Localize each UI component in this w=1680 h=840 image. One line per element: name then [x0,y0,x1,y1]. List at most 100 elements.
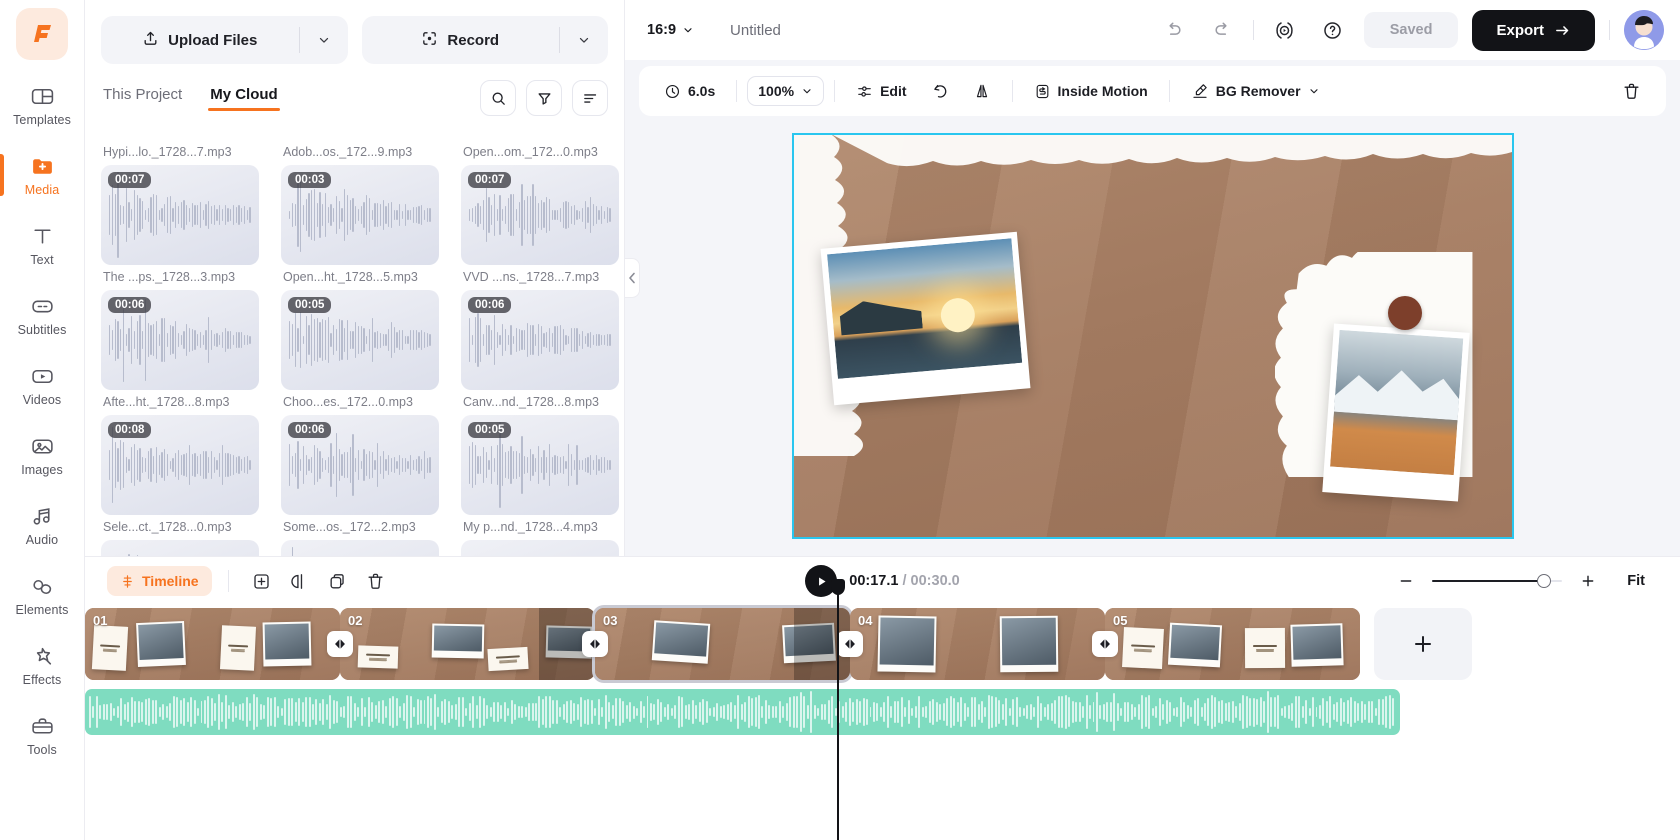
edit-label: Edit [880,83,907,99]
tab-my-cloud[interactable]: My Cloud [208,86,280,111]
tab-this-project[interactable]: This Project [103,86,182,111]
audio-track[interactable] [85,689,1400,735]
upload-files-button[interactable]: Upload Files [101,16,348,64]
sidebar-item-elements[interactable]: Elements [0,560,85,630]
flip-button[interactable] [962,75,1002,107]
media-item[interactable]: VVD ...ns._1728...7.mp3 00:06 [461,265,619,390]
transition-button[interactable] [582,631,608,657]
media-item-thumbnail[interactable] [101,540,259,556]
transition-button[interactable] [1092,631,1118,657]
add-clip-button[interactable] [1374,608,1472,680]
media-item[interactable]: Afte...ht._1728...8.mp3 00:08 [101,390,259,515]
media-item[interactable]: Choo...es._172...0.mp3 00:06 [281,390,439,515]
transition-button[interactable] [837,631,863,657]
media-item-thumbnail[interactable]: 00:08 [101,415,259,515]
media-item[interactable]: Adob...os._172...9.mp3 00:03 [281,140,439,265]
media-item-thumbnail[interactable]: 00:06 [281,415,439,515]
search-button[interactable] [480,80,516,116]
sidebar-item-videos[interactable]: Videos [0,350,85,420]
clip-duration-value: 6.0s [688,83,716,99]
aspect-ratio-selector[interactable]: 16:9 [647,22,694,38]
media-item[interactable]: Sele...ct._1728...0.mp3 [101,515,259,556]
aspect-ratio-value: 16:9 [647,22,677,38]
project-title[interactable]: Untitled [730,22,781,39]
video-canvas[interactable] [791,133,1514,539]
sidebar-item-media[interactable]: Media [0,140,85,210]
delete-clip-button[interactable] [1611,75,1652,108]
sort-button[interactable] [572,80,608,116]
record-button[interactable]: Record [361,16,608,64]
export-button[interactable]: Export [1472,9,1595,51]
sidebar-item-images[interactable]: Images [0,420,85,490]
zoom-controls: Fit [1394,566,1658,596]
sidebar-item-templates[interactable]: Templates [0,70,85,140]
sidebar-item-label: Templates [13,112,71,127]
add-icon[interactable] [245,564,279,598]
duplicate-icon[interactable] [321,564,355,598]
play-button[interactable] [805,565,838,597]
media-item-thumbnail[interactable]: 00:06 [101,290,259,390]
media-item-thumbnail[interactable]: 00:05 [461,415,619,515]
media-item[interactable]: Open...om._172...0.mp3 00:07 [461,140,619,265]
media-item-thumbnail[interactable]: 00:03 [281,165,439,265]
sidebar-item-audio[interactable]: Audio [0,490,85,560]
sidebar-item-text[interactable]: Text [0,210,85,280]
collapse-panel-button[interactable] [625,258,640,298]
split-icon[interactable] [283,564,317,598]
fit-button[interactable]: Fit [1614,566,1658,596]
sidebar-item-subtitles[interactable]: Subtitles [0,280,85,350]
media-item-thumbnail[interactable] [281,540,439,556]
zoom-in-button[interactable] [1576,569,1600,593]
timeline-clip[interactable]: 02 [340,608,595,680]
media-item-thumbnail[interactable]: 00:07 [101,165,259,265]
rotate-button[interactable] [920,75,960,107]
media-item[interactable]: Some...os._172...2.mp3 [281,515,439,556]
preview-icon[interactable] [1268,13,1302,47]
upload-files-main[interactable]: Upload Files [101,16,299,64]
preview-area: 16:9 Untitled Saved Export 6.0s 100% Edi… [625,0,1680,556]
media-item-thumbnail[interactable]: 00:06 [461,290,619,390]
media-item-thumbnail[interactable]: 00:07 [461,165,619,265]
avatar[interactable] [1624,10,1664,50]
canvas-photo-sunset[interactable] [820,231,1031,405]
sidebar-item-tools[interactable]: Tools [0,700,85,770]
timeline-clip[interactable]: 05 [1105,608,1360,680]
saved-status[interactable]: Saved [1363,12,1459,48]
media-item[interactable]: The ...ps._1728...3.mp3 00:06 [101,265,259,390]
sidebar-item-effects[interactable]: Effects [0,630,85,700]
clip-thumbnail-photo [999,615,1059,673]
slider-fill [1432,580,1545,582]
slider-knob[interactable] [1537,574,1552,588]
media-item[interactable]: My p...nd._1728...4.mp3 [461,515,619,556]
inside-motion-button[interactable]: Inside Motion [1023,76,1159,107]
clip-thumbnail-photo [1290,623,1344,667]
timeline-clip[interactable]: 01 [85,608,340,680]
filter-button[interactable] [526,80,562,116]
zoom-out-button[interactable] [1394,569,1418,593]
timeline-clip[interactable]: 04 [850,608,1105,680]
edit-button[interactable]: Edit [845,76,917,107]
timeline-clip[interactable]: 03 [595,608,850,680]
transition-button[interactable] [327,631,353,657]
zoom-slider[interactable] [1432,574,1563,588]
app-logo[interactable] [16,8,68,60]
help-icon[interactable] [1316,13,1350,47]
media-grid-row: Hypi...lo._1728...7.mp3 00:07 Adob...os._1… [101,140,619,265]
media-item[interactable]: Canv...nd._1728...8.mp3 00:05 [461,390,619,515]
timeline-chip[interactable]: Timeline [107,566,212,596]
record-dropdown-caret[interactable] [560,33,608,47]
media-item[interactable]: Open...ht._1728...5.mp3 00:05 [281,265,439,390]
record-main[interactable]: Record [362,16,560,64]
scale-selector[interactable]: 100% [747,76,825,106]
divider [1168,80,1170,102]
canvas-photo-mountain[interactable] [1322,323,1471,502]
clip-duration-button[interactable]: 6.0s [653,76,726,107]
media-item-thumbnail[interactable] [461,540,619,556]
undo-icon[interactable] [1157,13,1191,47]
delete-icon[interactable] [359,564,393,598]
media-item-thumbnail[interactable]: 00:05 [281,290,439,390]
redo-icon[interactable] [1205,13,1239,47]
bg-remover-button[interactable]: BG Remover [1180,75,1331,107]
media-item[interactable]: Hypi...lo._1728...7.mp3 00:07 [101,140,259,265]
upload-dropdown-caret[interactable] [300,33,348,47]
